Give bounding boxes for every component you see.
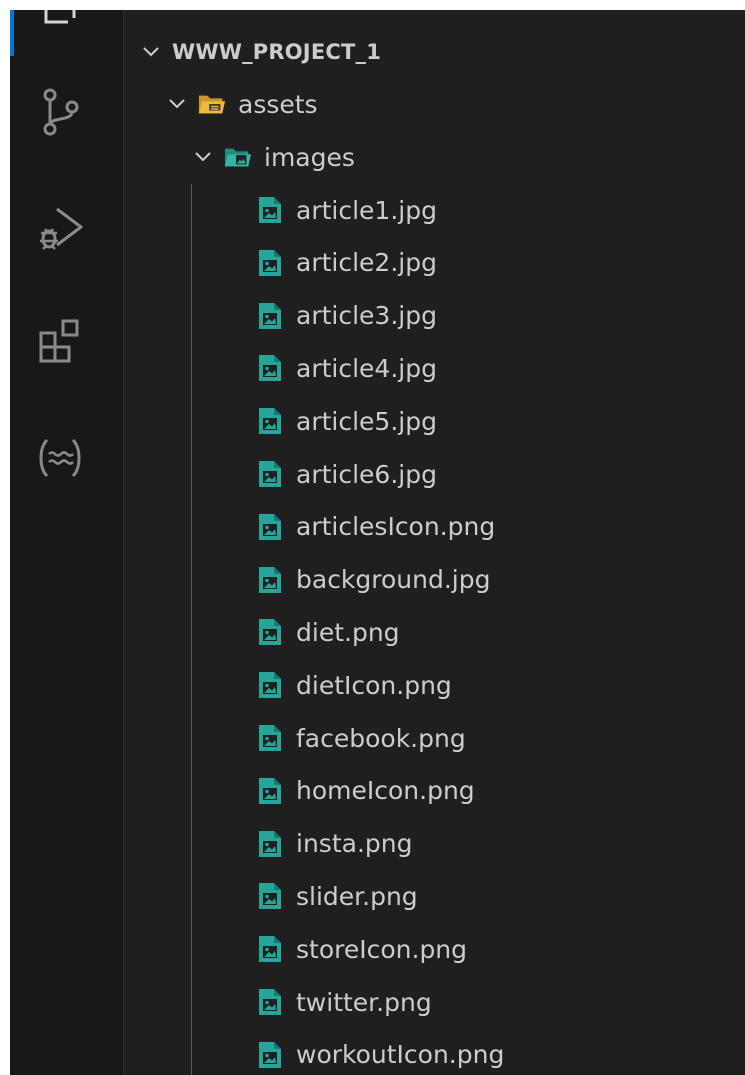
explorer-icon[interactable] (30, 10, 90, 40)
file-label: workoutIcon.png (296, 1040, 505, 1070)
explorer-panel: WWW_PROJECT_1 assets images article1.jpg… (124, 10, 745, 1075)
file-label: diet.png (296, 617, 400, 647)
remote-icon[interactable] (30, 428, 90, 488)
run-debug-icon[interactable] (30, 198, 90, 258)
image-file-icon (256, 988, 284, 1016)
file-label: article5.jpg (296, 406, 437, 436)
tree-file-row[interactable]: article5.jpg (124, 395, 745, 447)
tree-file-row[interactable]: article3.jpg (124, 290, 745, 342)
tree-file-row[interactable]: article4.jpg (124, 342, 745, 394)
file-label: homeIcon.png (296, 776, 475, 806)
image-file-icon (256, 618, 284, 646)
tree-file-row[interactable]: background.jpg (124, 554, 745, 606)
image-file-icon (256, 354, 284, 382)
chevron-down-icon (192, 146, 214, 168)
file-label: slider.png (296, 881, 418, 911)
file-label: storeIcon.png (296, 934, 468, 964)
file-label: article1.jpg (296, 195, 437, 225)
image-file-icon (256, 196, 284, 224)
tree-file-row[interactable]: articlesIcon.png (124, 501, 745, 553)
image-file-icon (256, 882, 284, 910)
file-label: article4.jpg (296, 353, 437, 383)
file-label: dietIcon.png (296, 670, 452, 700)
tree-file-row[interactable]: insta.png (124, 818, 745, 870)
activity-bar (10, 10, 124, 1075)
tree-file-row[interactable]: dietIcon.png (124, 659, 745, 711)
extensions-icon[interactable] (30, 310, 90, 370)
image-file-icon (256, 460, 284, 488)
image-file-icon (256, 513, 284, 541)
image-file-icon (256, 302, 284, 330)
tree-file-row[interactable]: slider.png (124, 870, 745, 922)
tree-file-row[interactable]: article2.jpg (124, 237, 745, 289)
tree-file-row[interactable]: twitter.png (124, 976, 745, 1028)
assets-folder-icon (198, 90, 226, 118)
image-file-icon (256, 671, 284, 699)
image-file-icon (256, 724, 284, 752)
tree-file-row[interactable]: article1.jpg (124, 184, 745, 236)
image-file-icon (256, 249, 284, 277)
tree-file-row[interactable]: diet.png (124, 606, 745, 658)
file-label: facebook.png (296, 723, 466, 753)
image-file-icon (256, 830, 284, 858)
folder-label-assets: assets (238, 89, 318, 119)
file-label: article6.jpg (296, 459, 437, 489)
project-root-label: WWW_PROJECT_1 (172, 39, 382, 64)
folder-label-images: images (264, 142, 355, 172)
tree-file-row[interactable]: article6.jpg (124, 448, 745, 500)
chevron-down-icon (140, 41, 162, 63)
tree-file-row[interactable]: facebook.png (124, 712, 745, 764)
image-file-icon (256, 935, 284, 963)
chevron-down-icon (166, 93, 188, 115)
file-label: article3.jpg (296, 301, 437, 331)
images-folder-icon (224, 143, 252, 171)
tree-file-row[interactable]: storeIcon.png (124, 923, 745, 975)
image-file-icon (256, 566, 284, 594)
image-file-icon (256, 777, 284, 805)
file-label: articlesIcon.png (296, 512, 496, 542)
image-file-icon (256, 407, 284, 435)
tree-root-row[interactable]: WWW_PROJECT_1 (124, 26, 745, 78)
file-label: twitter.png (296, 987, 432, 1017)
file-label: article2.jpg (296, 248, 437, 278)
tree-folder-images[interactable]: images (124, 131, 745, 183)
tree-file-row[interactable]: homeIcon.png (124, 765, 745, 817)
file-label: background.jpg (296, 565, 491, 595)
active-view-indicator (10, 10, 14, 56)
file-label: insta.png (296, 829, 413, 859)
image-file-icon (256, 1041, 284, 1069)
tree-file-row[interactable]: workoutIcon.png (124, 1029, 745, 1075)
tree-folder-assets[interactable]: assets (124, 78, 745, 130)
source-control-icon[interactable] (30, 82, 90, 142)
vscode-window: WWW_PROJECT_1 assets images article1.jpg… (10, 10, 745, 1075)
